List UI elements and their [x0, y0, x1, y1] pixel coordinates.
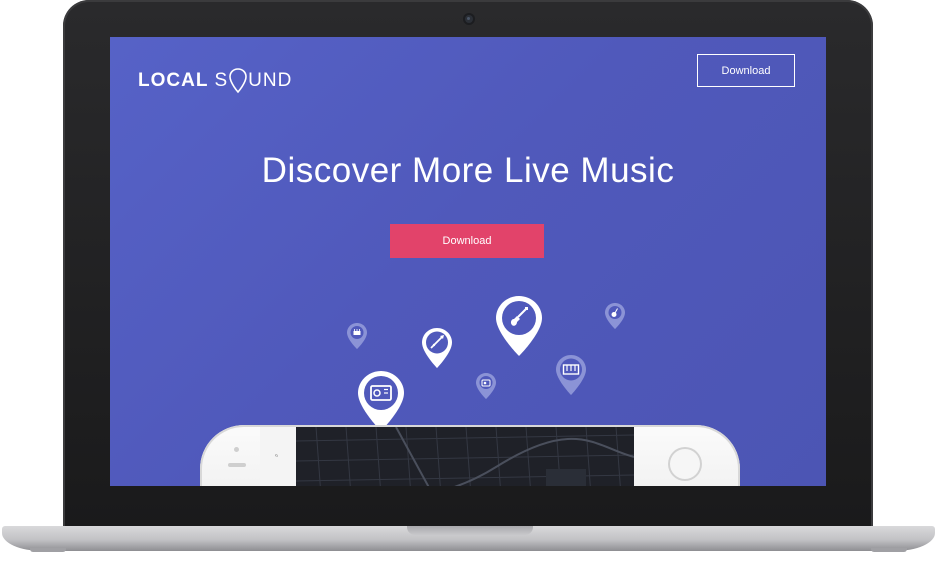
- laptop-foot-left: [30, 548, 66, 552]
- laptop-foot-right: [871, 548, 907, 552]
- brand-name-bold: LOCAL: [138, 70, 209, 91]
- brand-logo[interactable]: LOCAL S UND: [138, 65, 292, 97]
- hero-title: Discover More Live Music: [261, 151, 675, 190]
- location-pin-icon: [229, 68, 247, 100]
- bass-pin: [604, 302, 626, 330]
- guitar-pin: [495, 295, 543, 357]
- hero-download-button[interactable]: Download: [390, 224, 544, 258]
- brand-name-light: S UND: [214, 65, 292, 97]
- laptop-base: [2, 526, 935, 551]
- phone-home-button: [668, 447, 702, 481]
- drums-pin: [346, 322, 368, 350]
- phone-speaker: [228, 463, 246, 467]
- website-screen: LOCAL S UND Download Discover More Live …: [110, 37, 826, 486]
- brand-name-light-end: UND: [248, 70, 293, 91]
- phone-app-sidebar: ⌕: [260, 427, 297, 486]
- map-streets: [296, 427, 634, 486]
- header-download-button[interactable]: Download: [697, 54, 795, 87]
- drum-icon: [353, 329, 361, 335]
- amp-pin: [357, 370, 405, 432]
- laptop-camera: [465, 15, 473, 23]
- brand-name-light-start: S: [214, 70, 229, 91]
- phone-map-screen: [296, 427, 634, 486]
- phone-sidebar-search-icon: ⌕: [274, 453, 280, 457]
- phone-mockup: ⌕: [200, 425, 740, 486]
- trumpet-pin: [421, 327, 453, 369]
- radio-pin: [475, 372, 497, 400]
- phone-front-camera: [234, 447, 239, 452]
- keyboard-pin: [555, 354, 587, 396]
- laptop-hinge-notch: [407, 526, 533, 535]
